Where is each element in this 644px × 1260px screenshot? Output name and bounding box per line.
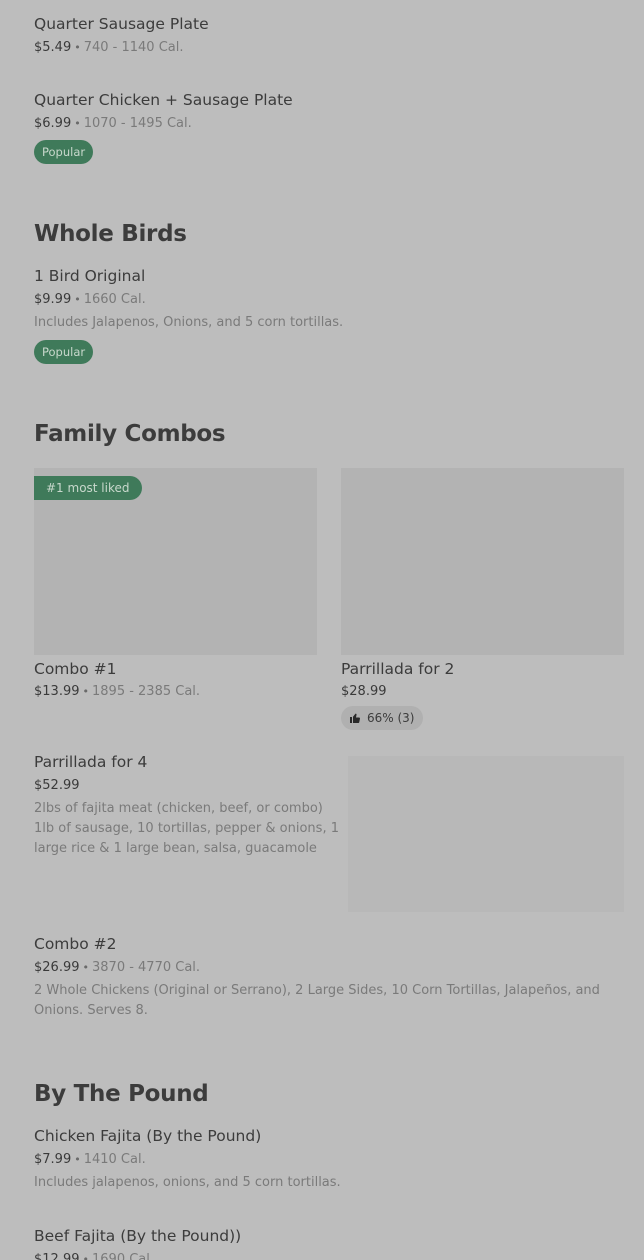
most-liked-badge: #1 most liked	[34, 476, 142, 500]
item-name: 1 Bird Original	[34, 267, 146, 285]
separator: •	[74, 293, 81, 306]
item-calories: 1660 Cal.	[83, 292, 146, 307]
popular-badge: Popular	[34, 340, 94, 364]
item-name: Quarter Chicken + Sausage Plate	[34, 91, 293, 109]
item-price: $7.99	[34, 1152, 72, 1167]
menu-item-quarter-sausage-plate[interactable]: Quarter Sausage Plate $5.49 • 740 - 1140 C…	[34, 14, 624, 62]
item-calories: 1410 Cal.	[83, 1152, 146, 1167]
separator: •	[82, 1253, 90, 1260]
separator: •	[82, 961, 90, 974]
item-name: Beef Fajita (By the Pound))	[34, 1227, 242, 1245]
item-image	[348, 756, 624, 912]
item-image	[341, 468, 624, 655]
item-name: Combo #1	[34, 660, 117, 678]
item-name: Quarter Sausage Plate	[34, 15, 209, 33]
item-price: $52.99	[34, 778, 80, 793]
separator: •	[82, 685, 90, 698]
separator: •	[74, 1153, 81, 1166]
item-name: Combo #2	[34, 935, 117, 953]
menu-card-combo-1[interactable]: #1 most liked Combo #1 $13.99 • 1895 - 238…	[34, 468, 317, 708]
item-price: $26.99	[34, 960, 80, 975]
item-price: $28.99	[341, 684, 387, 699]
item-calories: 1895 - 2385 Cal.	[92, 684, 201, 699]
item-price: $12.99	[34, 1252, 80, 1260]
item-price: $9.99	[34, 292, 72, 307]
item-price: $5.49	[34, 40, 72, 55]
item-name: Chicken Fajita (By the Pound)	[34, 1127, 262, 1145]
item-description: 2lbs of fajita meat (chicken, beef, or c…	[34, 801, 339, 856]
item-calories: 3870 - 4770 Cal.	[92, 960, 201, 975]
item-price: $6.99	[34, 116, 72, 131]
item-calories: 740 - 1140 Cal.	[83, 40, 184, 55]
menu-card-parrillada-for-2[interactable]: Parrillada for 2 $28.99 66% (3)	[341, 468, 624, 732]
item-description: Includes jalapenos, onions, and 5 corn t…	[34, 1175, 341, 1190]
item-price: $13.99	[34, 684, 80, 699]
rating-pill: 66% (3)	[341, 706, 424, 730]
menu-item-chicken-fajita-by-the-pound[interactable]: Chicken Fajita (By the Pound) $7.99 • 1410…	[34, 1126, 624, 1196]
section-title-family-combos: Family Combos	[34, 421, 226, 447]
menu-item-beef-fajita-by-the-pound[interactable]: Beef Fajita (By the Pound)) $12.99 • 1690 …	[34, 1226, 624, 1260]
section-title-whole-birds: Whole Birds	[34, 221, 187, 247]
separator: •	[74, 41, 81, 54]
menu-item-combo-2[interactable]: Combo #2 $26.99 • 3870 - 4770 Cal. 2 Whole…	[34, 934, 624, 1024]
item-description: Includes Jalapenos, Onions, and 5 corn t…	[34, 315, 344, 330]
item-description: 2 Whole Chickens (Original or Serrano), …	[34, 983, 600, 1018]
menu-item-parrillada-for-4[interactable]: Parrillada for 4 $52.99 2lbs of fajita m…	[34, 752, 624, 912]
thumbs-up-icon	[349, 712, 361, 724]
menu-item-1-bird-original[interactable]: 1 Bird Original $9.99 • 1660 Cal. Includes…	[34, 266, 624, 366]
menu-item-quarter-chicken-sausage-plate[interactable]: Quarter Chicken + Sausage Plate $6.99 • 10…	[34, 90, 624, 166]
item-calories: 1070 - 1495 Cal.	[83, 116, 192, 131]
popular-badge: Popular	[34, 140, 94, 164]
section-title-by-the-pound: By The Pound	[34, 1081, 209, 1107]
item-calories: 1690 Cal.	[92, 1252, 155, 1260]
item-name: Parrillada for 2	[341, 660, 455, 678]
rating-text: 66% (3)	[367, 711, 415, 725]
separator: •	[74, 117, 81, 130]
